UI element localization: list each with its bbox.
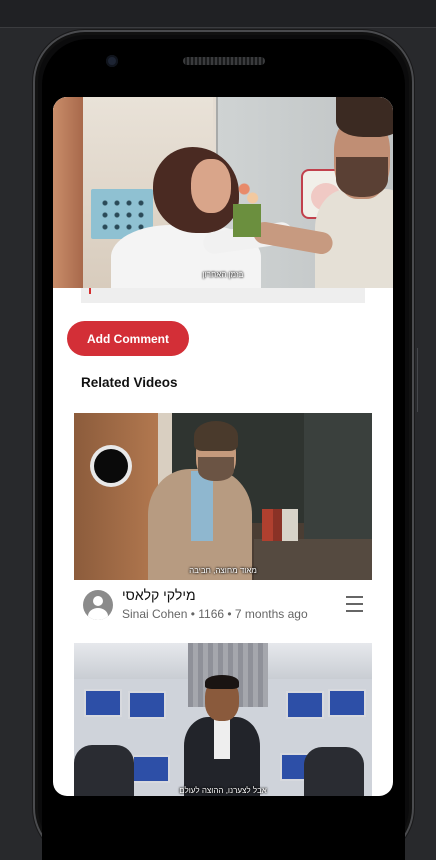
main-video-player[interactable]: בזמן האחרון: [53, 97, 393, 288]
app-screen: בזמן האחרון Add Comment Related Videos מ…: [53, 97, 393, 796]
related-videos-heading: Related Videos: [81, 375, 178, 390]
menu-icon[interactable]: [346, 596, 363, 612]
comment-input[interactable]: [81, 288, 365, 303]
video-title[interactable]: מילקי קלאסי: [122, 587, 196, 603]
earpiece-speaker: [183, 57, 265, 65]
video-subtitle: מאוד מחוצה, חביבה: [189, 566, 257, 575]
avatar-icon[interactable]: [83, 590, 113, 620]
add-comment-button[interactable]: Add Comment: [67, 321, 189, 356]
side-divider: [417, 348, 418, 412]
video-subtitle: בזמן האחרון: [202, 270, 244, 279]
window-top-bar: [0, 0, 436, 28]
related-video-thumbnail[interactable]: אבל לצערנו, ההוצה לעולם: [74, 643, 372, 796]
related-video-info[interactable]: מילקי קלאסי Sinai Cohen • 1166 • 7 month…: [74, 582, 372, 632]
related-video-thumbnail[interactable]: מאוד מחוצה, חביבה: [74, 413, 372, 580]
video-subtitle: אבל לצערנו, ההוצה לעולם: [179, 786, 267, 795]
video-meta: Sinai Cohen • 1166 • 7 months ago: [122, 607, 308, 621]
front-camera: [106, 55, 118, 67]
